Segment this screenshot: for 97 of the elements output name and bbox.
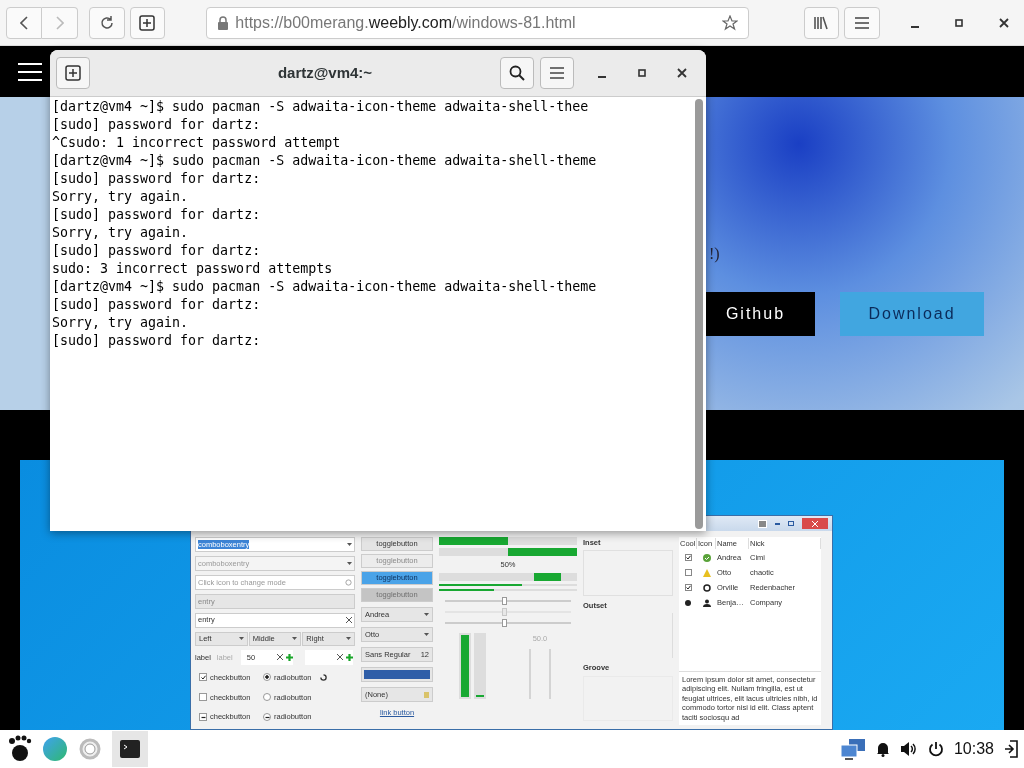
menu-icon [854, 15, 871, 30]
menu-button[interactable] [540, 57, 574, 89]
search-icon [509, 65, 525, 81]
clock[interactable]: 10:38 [953, 737, 994, 761]
app-menu-icon[interactable] [758, 519, 767, 528]
lock-icon [217, 15, 230, 30]
radio-button[interactable] [263, 713, 271, 722]
check-circle-icon [702, 553, 711, 562]
slider-track[interactable] [445, 622, 571, 625]
terminal-line: [dartz@vm4 ~]$ sudo pacman -S adwaita-icon-theme adwaita-shell-thee [52, 98, 590, 116]
app-minimize-icon[interactable] [775, 522, 780, 525]
slider-thumb[interactable] [501, 619, 507, 628]
spin-button[interactable] [304, 649, 353, 665]
bell-icon[interactable] [875, 741, 890, 757]
page-link-button[interactable]: Download [840, 292, 984, 336]
checkbox[interactable] [199, 693, 207, 702]
minimize-icon [598, 76, 606, 78]
checkbox[interactable] [684, 584, 692, 591]
checkbox[interactable] [684, 554, 692, 561]
hero-text: !) [708, 244, 721, 264]
terminal-taskbar-item[interactable] [112, 731, 148, 767]
reload-icon [98, 14, 115, 31]
terminal-line: [sudo] password for dartz: [52, 206, 262, 224]
star-icon [721, 14, 738, 31]
app-close-button[interactable] [802, 518, 828, 529]
terminal-line: [sudo] password for dartz: [52, 242, 262, 260]
radio-button[interactable] [684, 599, 692, 606]
caret-icon [424, 613, 429, 616]
page-link-button[interactable]: Github [706, 292, 815, 336]
clear-icon[interactable] [346, 617, 352, 624]
checkbox[interactable] [199, 673, 207, 682]
reload-button[interactable] [89, 6, 125, 39]
person-icon [702, 598, 711, 607]
terminal-line: [dartz@vm4 ~]$ sudo pacman -S adwaita-icon-theme adwaita-shell-theme [52, 278, 598, 296]
app-maximize-icon[interactable] [788, 521, 794, 526]
maximize-icon [955, 18, 964, 27]
minimize-icon [910, 25, 919, 28]
back-icon [20, 15, 28, 30]
clear-icon[interactable] [276, 654, 283, 661]
terminal-line: Sorry, try again. [52, 224, 190, 242]
terminal-line: sudo: 3 incorrect password attempts [52, 260, 334, 278]
library-button[interactable] [803, 6, 840, 39]
terminal-line: [sudo] password for dartz: [52, 170, 262, 188]
globe-icon[interactable] [42, 736, 68, 762]
plus-icon[interactable] [285, 653, 293, 661]
slider-track[interactable] [445, 600, 571, 603]
new-tab-button[interactable] [56, 57, 90, 89]
logout-icon[interactable] [1004, 740, 1018, 758]
caret-icon [292, 637, 298, 641]
plus-icon[interactable] [345, 653, 353, 661]
caret-icon [346, 637, 351, 641]
terminal-line: Sorry, try again. [52, 188, 190, 206]
slider-thumb[interactable] [501, 597, 507, 606]
warning-icon [702, 568, 711, 577]
caret-icon [238, 637, 244, 641]
close-icon [999, 17, 1010, 28]
radio-button[interactable] [263, 673, 271, 682]
new-tab-icon [139, 14, 156, 31]
foot-icon[interactable] [6, 735, 32, 763]
vertical-scales-drawing [529, 648, 551, 699]
new-tab-icon [65, 65, 81, 81]
url-field[interactable]: https://b00merang.weebly.com/windows-81.html [206, 6, 749, 39]
menu-icon [549, 66, 565, 80]
scrollbar-thumb[interactable] [695, 99, 703, 529]
terminal-line: [sudo] password for dartz: [52, 296, 262, 314]
menu-icon[interactable] [18, 61, 42, 82]
window-title: dartz@vm4:~ [276, 62, 374, 83]
color-button[interactable] [361, 667, 433, 682]
close-icon [812, 520, 818, 527]
url-text: https://b00merang.weebly.com/windows-81.html [235, 12, 577, 33]
terminal-line: [sudo] password for dartz: [52, 332, 262, 350]
library-icon [813, 14, 830, 31]
network-icon[interactable] [839, 738, 866, 760]
maximize-icon [638, 69, 646, 77]
terminal-line: ^Csudo: 1 incorrect password attempt [52, 134, 342, 152]
terminal-line: [sudo] password for dartz: [52, 116, 262, 134]
terminal-icon [120, 740, 140, 758]
ring-icon [702, 583, 711, 592]
menu-button[interactable] [844, 6, 880, 39]
search-button[interactable] [500, 57, 534, 89]
caret-icon [347, 561, 352, 565]
terminal-line: [dartz@vm4 ~]$ sudo pacman -S adwaita-icon-theme adwaita-shell-theme [52, 152, 598, 170]
spinner-icon [319, 673, 327, 681]
new-tab-button[interactable] [129, 6, 166, 39]
radio-button[interactable] [263, 693, 271, 702]
clear-icon[interactable] [336, 654, 343, 661]
power-icon[interactable] [927, 741, 944, 757]
caret-icon [347, 542, 352, 546]
file-icon [424, 691, 429, 698]
close-icon [677, 68, 687, 78]
back-button[interactable] [6, 6, 42, 39]
checkbox[interactable] [684, 569, 692, 576]
speaker-icon[interactable] [899, 741, 918, 757]
forward-icon [55, 15, 64, 30]
checkbox[interactable] [199, 713, 207, 722]
caret-icon [424, 633, 429, 636]
terminal-line: Sorry, try again. [52, 314, 190, 332]
